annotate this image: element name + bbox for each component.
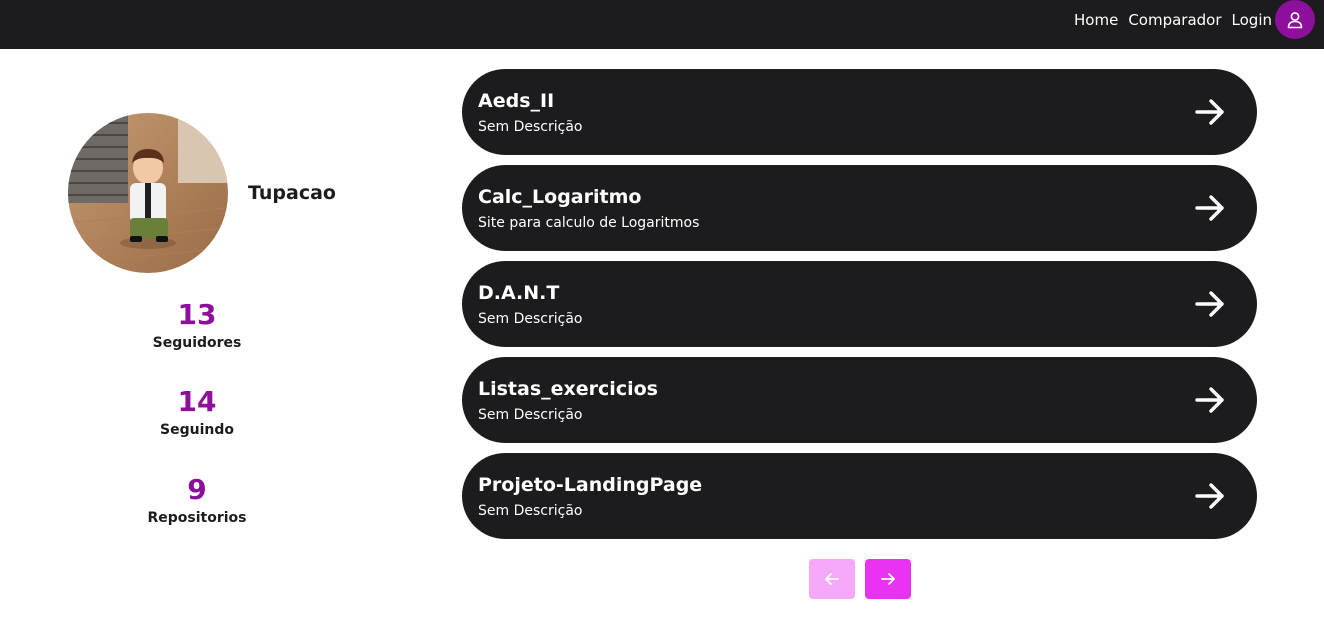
stat-repositories-value: 9 bbox=[187, 473, 207, 506]
repo-description: Site para calculo de Logaritmos bbox=[478, 215, 700, 231]
stat-following-value: 14 bbox=[177, 385, 217, 418]
stat-following: 14 Seguindo bbox=[117, 385, 277, 439]
text-cursor bbox=[731, 273, 733, 283]
profile-username: Tupacao bbox=[248, 182, 336, 204]
repo-card[interactable]: Projeto-LandingPage Sem Descrição bbox=[462, 453, 1257, 539]
stat-repositories-label: Repositorios bbox=[147, 510, 247, 526]
repo-description: Sem Descrição bbox=[478, 503, 583, 519]
stat-followers-value: 13 bbox=[177, 298, 217, 331]
arrow-right-icon bbox=[1195, 483, 1224, 509]
profile-avatar bbox=[68, 113, 228, 273]
nav-comparador-link[interactable]: Comparador bbox=[1128, 11, 1221, 29]
repo-card[interactable]: Calc_Logaritmo Site para calculo de Loga… bbox=[462, 165, 1257, 251]
repo-card[interactable]: Listas_exercicios Sem Descrição bbox=[462, 357, 1257, 443]
repo-card[interactable]: Aeds_II Sem Descrição bbox=[462, 69, 1257, 155]
repo-card[interactable]: D.A.N.T Sem Descrição bbox=[462, 261, 1257, 347]
stat-repositories: 9 Repositorios bbox=[117, 473, 277, 527]
arrow-right-icon bbox=[1195, 99, 1224, 125]
stat-following-label: Seguindo bbox=[160, 422, 234, 438]
stat-followers: 13 Seguidores bbox=[117, 298, 277, 352]
repo-description: Sem Descrição bbox=[478, 407, 583, 423]
repo-name: Projeto-LandingPage bbox=[478, 474, 703, 496]
repo-name: Aeds_II bbox=[478, 90, 555, 112]
arrow-right-icon bbox=[881, 573, 895, 585]
arrow-left-icon bbox=[825, 573, 839, 585]
repo-name: D.A.N.T bbox=[478, 282, 560, 304]
pagination-prev-button[interactable] bbox=[809, 559, 855, 599]
repo-name: Calc_Logaritmo bbox=[478, 186, 642, 208]
stat-followers-label: Seguidores bbox=[152, 335, 242, 351]
user-icon bbox=[1287, 11, 1303, 28]
nav-home-link[interactable]: Home bbox=[1074, 11, 1118, 29]
repo-description: Sem Descrição bbox=[478, 311, 583, 327]
nav-links: Home Comparador Login bbox=[1074, 0, 1272, 40]
arrow-right-icon bbox=[1195, 387, 1224, 413]
repo-name: Listas_exercicios bbox=[478, 378, 658, 400]
arrow-right-icon bbox=[1195, 291, 1224, 317]
top-navbar: Home Comparador Login bbox=[0, 0, 1324, 49]
repo-description: Sem Descrição bbox=[478, 119, 583, 135]
user-avatar-button[interactable] bbox=[1275, 0, 1315, 39]
arrow-right-icon bbox=[1195, 195, 1224, 221]
nav-login-link[interactable]: Login bbox=[1232, 11, 1272, 29]
pagination-next-button[interactable] bbox=[865, 559, 911, 599]
